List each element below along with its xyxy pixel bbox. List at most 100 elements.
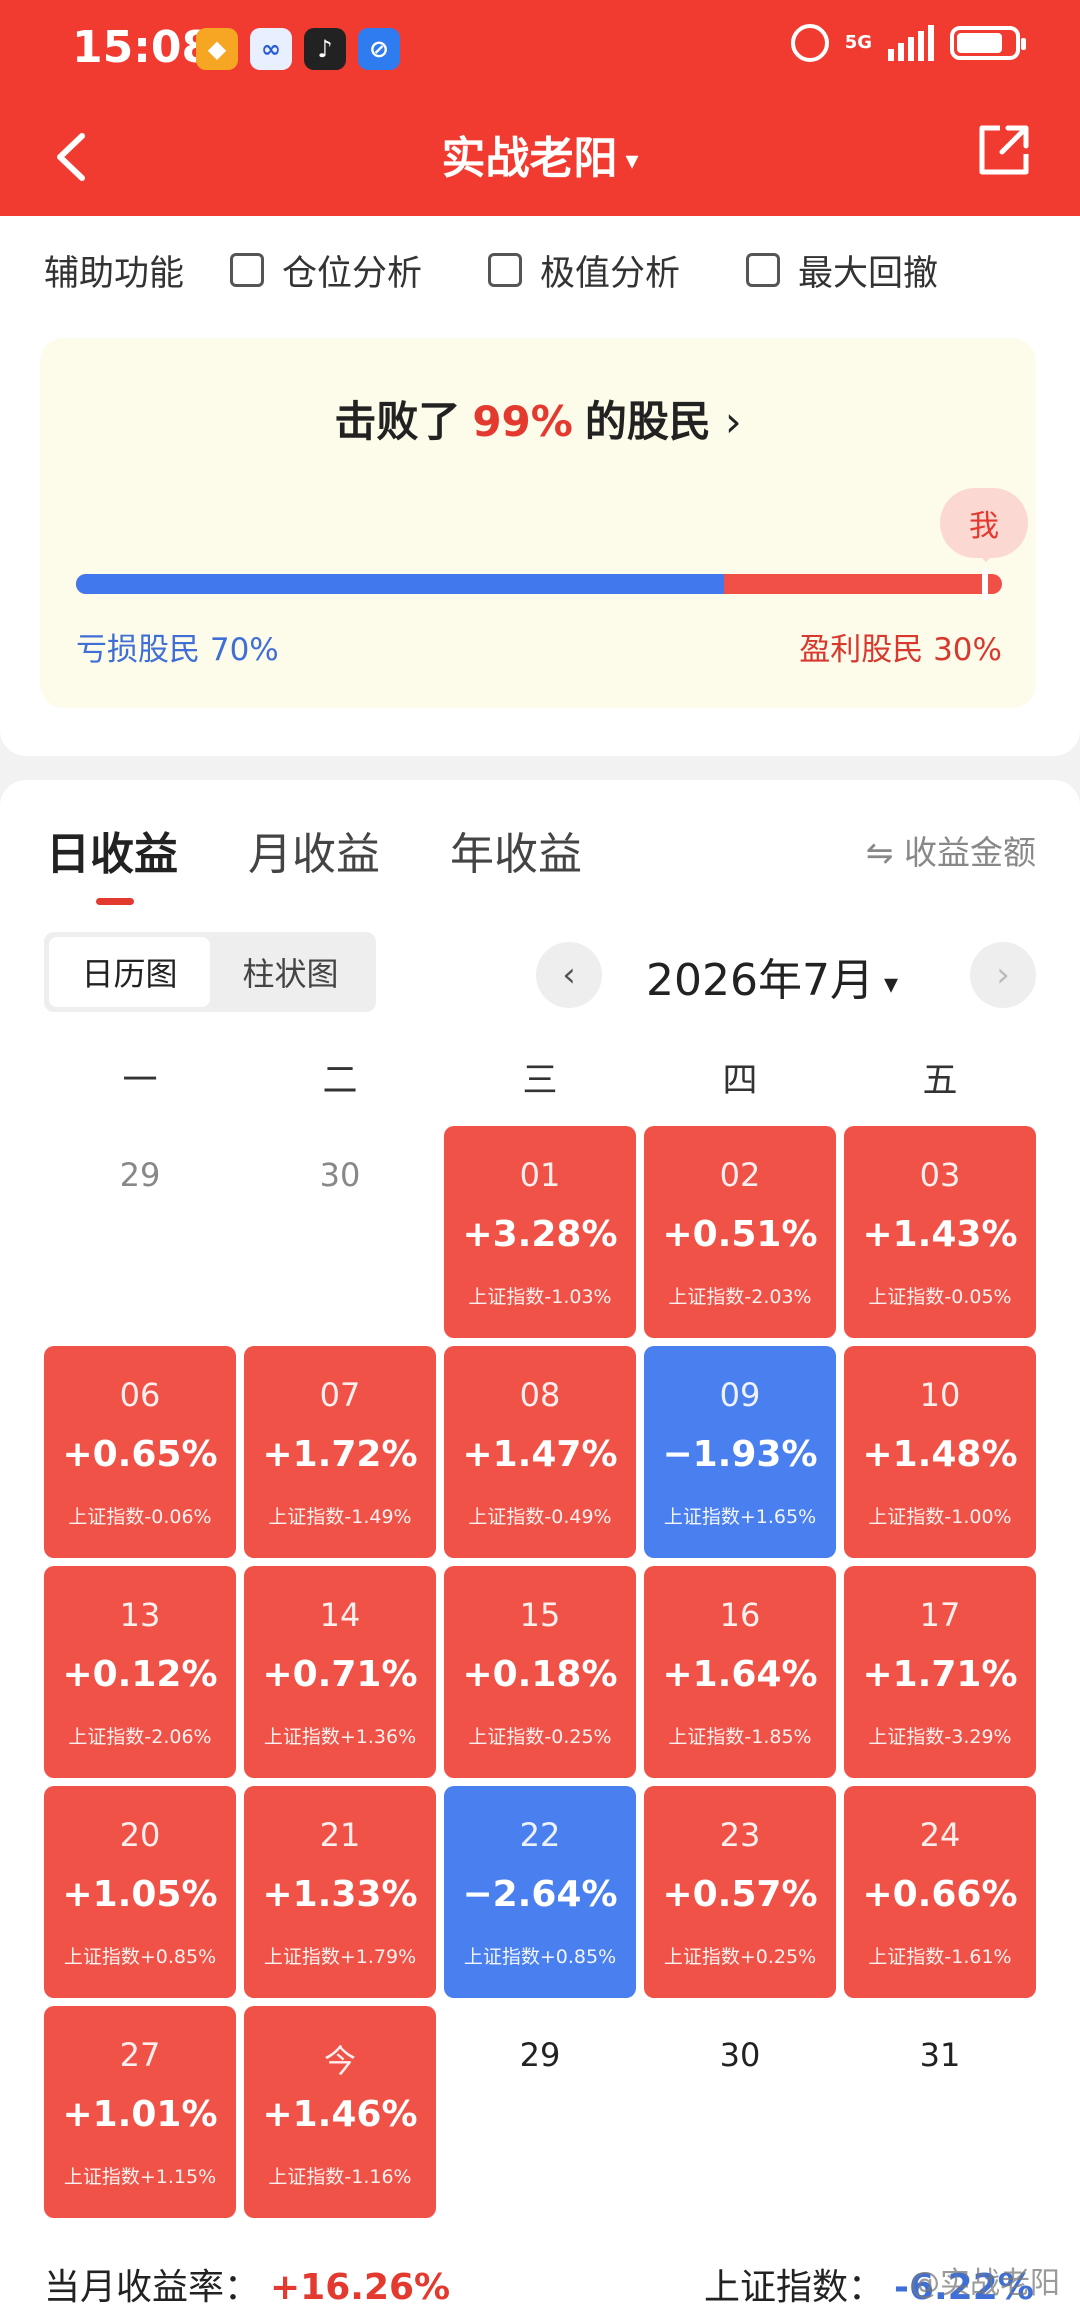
daily-return-value: +1.05%	[62, 1874, 218, 1915]
index-return-value: 上证指数+1.79%	[263, 1946, 417, 1968]
ranking-prefix: 击败了	[334, 397, 461, 446]
daily-return-value: +1.01%	[62, 2094, 218, 2135]
checkbox-icon[interactable]	[746, 253, 781, 287]
calendar-day-cell[interactable]: 07 +1.72% 上证指数-1.49%	[244, 1346, 436, 1558]
daily-return-value: +1.48%	[862, 1434, 1018, 1475]
calendar-day-cell[interactable]: 03 +1.43% 上证指数-0.05%	[844, 1126, 1036, 1338]
index-return-value: 上证指数-0.05%	[868, 1286, 1012, 1308]
daily-return-value: +1.47%	[462, 1434, 618, 1475]
month-selector[interactable]: 2026年7月 ▾	[646, 944, 898, 1008]
checkbox-label: 极值分析	[540, 253, 681, 294]
battery-icon	[950, 26, 1026, 60]
calendar-day-cell[interactable]: 10 +1.48% 上证指数-1.00%	[844, 1346, 1036, 1558]
alarm-icon	[790, 24, 829, 62]
calendar-day-number: 15	[519, 1596, 561, 1634]
account-selector[interactable]: 实战老阳 ▾	[0, 122, 1080, 186]
calendar-day-cell[interactable]: 29	[444, 2006, 636, 2218]
weekday-label: 三	[522, 1061, 558, 1101]
ranking-headline[interactable]: 击败了 99% 的股民 ›	[40, 388, 1036, 449]
daily-return-value: +1.72%	[262, 1434, 418, 1475]
daily-return-value: +0.71%	[262, 1654, 418, 1695]
top-bar: 15:08 ◆ ∞ ♪ ⊘ 5G 实战老阳 ▾	[0, 0, 1080, 216]
daily-return-value: +1.71%	[862, 1654, 1018, 1695]
calendar-day-cell[interactable]: 06 +0.65% 上证指数-0.06%	[44, 1346, 236, 1558]
index-return-value: 上证指数+0.25%	[663, 1946, 817, 1968]
app-icon-3: ♪	[304, 28, 346, 70]
status-bar: 15:08 ◆ ∞ ♪ ⊘ 5G	[0, 0, 1080, 100]
calendar-day-number: 03	[919, 1156, 961, 1194]
calendar-grid: 29 30 01 +3.28% 上证指数-1.03% 02 +0.51% 上证指数-2.03%…	[40, 1126, 1040, 2226]
calendar-day-number: 30	[319, 1156, 361, 1194]
calendar-day-number: 10	[919, 1376, 961, 1414]
tab-yearly-returns[interactable]: 年收益	[450, 818, 582, 882]
daily-return-value: +1.33%	[262, 1874, 418, 1915]
index-return-value: 上证指数+1.15%	[63, 2166, 217, 2188]
network-label: 5G	[844, 32, 872, 53]
daily-return-value: −2.64%	[462, 1874, 618, 1915]
calendar-day-cell[interactable]: 15 +0.18% 上证指数-0.25%	[444, 1566, 636, 1778]
signal-icon	[888, 25, 934, 61]
calendar-day-number: 02	[719, 1156, 761, 1194]
loss-segment	[76, 574, 725, 594]
calendar-day-number: 29	[119, 1156, 161, 1194]
calendar-day-cell[interactable]: 02 +0.51% 上证指数-2.03%	[644, 1126, 836, 1338]
aux-functions: 辅助功能 仓位分析 极值分析 最大回撤	[44, 240, 938, 300]
amount-toggle-button[interactable]: ⇋ 收益金额	[866, 826, 1036, 874]
checkbox-position-analysis[interactable]: 仓位分析	[230, 245, 422, 296]
index-return-value: 上证指数+1.36%	[263, 1726, 417, 1748]
prev-month-button[interactable]: ‹	[536, 942, 602, 1008]
checkbox-icon[interactable]	[230, 253, 265, 287]
calendar-day-cell[interactable]: 22 −2.64% 上证指数+0.85%	[444, 1786, 636, 1998]
calendar-day-number: 06	[119, 1376, 161, 1414]
calendar-day-number: 07	[319, 1376, 361, 1414]
calendar-day-cell[interactable]: 31	[844, 2006, 1036, 2218]
index-return-value: 上证指数-0.06%	[68, 1506, 212, 1528]
calendar-day-cell[interactable]: 09 −1.93% 上证指数+1.65%	[644, 1346, 836, 1558]
index-return-value: 上证指数-1.49%	[268, 1506, 412, 1528]
calendar-day-cell[interactable]: 14 +0.71% 上证指数+1.36%	[244, 1566, 436, 1778]
weekday-label: 二	[322, 1061, 358, 1101]
next-month-button[interactable]: ›	[970, 942, 1036, 1008]
calendar-day-cell[interactable]: 16 +1.64% 上证指数-1.85%	[644, 1566, 836, 1778]
checkbox-max-drawdown[interactable]: 最大回撤	[746, 245, 938, 296]
app-icon-4: ⊘	[358, 28, 400, 70]
view-calendar-button[interactable]: 日历图	[49, 937, 210, 1007]
calendar-day-cell[interactable]: 08 +1.47% 上证指数-0.49%	[444, 1346, 636, 1558]
index-return-value: 上证指数-0.49%	[468, 1506, 612, 1528]
daily-return-value: +1.64%	[662, 1654, 818, 1695]
calendar-day-cell[interactable]: 21 +1.33% 上证指数+1.79%	[244, 1786, 436, 1998]
ranking-panel[interactable]: 击败了 99% 的股民 › 我 亏损股民 70% 盈利股民 30%	[40, 338, 1036, 708]
calendar-day-number: 08	[519, 1376, 561, 1414]
returns-tabs: 日收益 月收益 年收益	[46, 818, 582, 905]
calendar-day-number: 01	[519, 1156, 561, 1194]
calendar-day-cell[interactable]: 17 +1.71% 上证指数-3.29%	[844, 1566, 1036, 1778]
tab-daily-returns[interactable]: 日收益	[46, 818, 178, 905]
calendar-day-cell[interactable]: 30	[644, 2006, 836, 2218]
calendar-day-number: 23	[719, 1816, 761, 1854]
index-return-value: 上证指数-3.29%	[868, 1726, 1012, 1748]
calendar-day-cell[interactable]: 今 +1.46% 上证指数-1.16%	[244, 2006, 436, 2218]
ranking-bar	[76, 574, 1002, 594]
checkbox-extreme-analysis[interactable]: 极值分析	[488, 245, 680, 296]
calendar-day-cell[interactable]: 20 +1.05% 上证指数+0.85%	[44, 1786, 236, 1998]
calendar-day-cell[interactable]: 29	[44, 1126, 236, 1338]
calendar-day-cell[interactable]: 24 +0.66% 上证指数-1.61%	[844, 1786, 1036, 1998]
index-return-value: 上证指数+0.85%	[63, 1946, 217, 1968]
ranking-suffix: 的股民	[584, 397, 711, 446]
me-position-marker	[982, 568, 988, 600]
calendar-day-number: 22	[519, 1816, 561, 1854]
calendar-day-cell[interactable]: 23 +0.57% 上证指数+0.25%	[644, 1786, 836, 1998]
view-toggle: 日历图 柱状图	[44, 932, 376, 1012]
calendar-day-cell[interactable]: 30	[244, 1126, 436, 1338]
calendar-day-cell[interactable]: 27 +1.01% 上证指数+1.15%	[44, 2006, 236, 2218]
calendar-day-cell[interactable]: 13 +0.12% 上证指数-2.06%	[44, 1566, 236, 1778]
daily-return-value: +1.43%	[862, 1214, 1018, 1255]
checkbox-icon[interactable]	[488, 253, 523, 287]
share-icon[interactable]	[974, 120, 1034, 180]
index-return-value: 上证指数-1.16%	[268, 2166, 412, 2188]
daily-return-value: +0.12%	[62, 1654, 218, 1695]
view-bar-chart-button[interactable]: 柱状图	[210, 937, 371, 1007]
calendar-day-cell[interactable]: 01 +3.28% 上证指数-1.03%	[444, 1126, 636, 1338]
weekday-label: 五	[922, 1061, 958, 1101]
tab-monthly-returns[interactable]: 月收益	[248, 818, 380, 882]
